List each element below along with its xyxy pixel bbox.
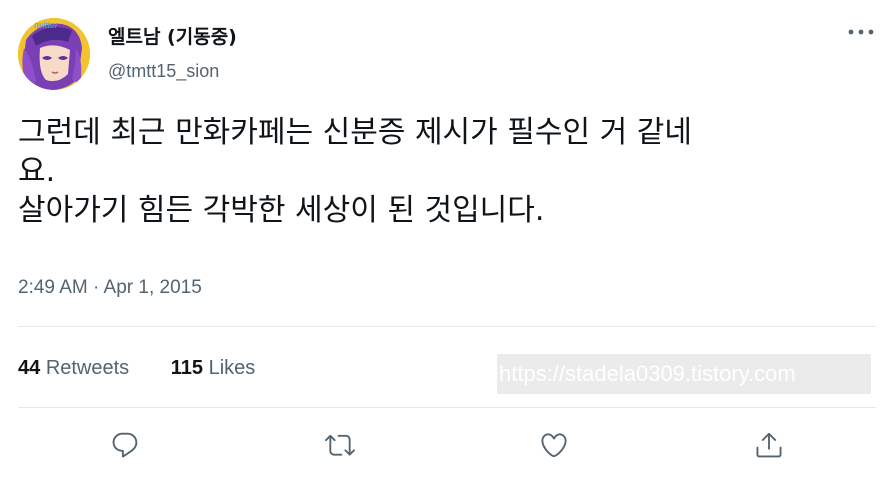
- likes-count: 115: [170, 357, 204, 379]
- reply-icon[interactable]: [100, 420, 150, 470]
- tweet-actions: [18, 420, 876, 470]
- retweets-label: Retweets: [45, 357, 130, 379]
- retweets-stat[interactable]: 44 Retweets: [18, 354, 129, 382]
- divider: [18, 326, 876, 327]
- more-icon[interactable]: [846, 22, 876, 42]
- watermark: https://stadela0309.tistory.com: [497, 354, 871, 394]
- heart-icon[interactable]: [529, 420, 579, 470]
- tweet-stats: 44 Retweets 115 Likes: [18, 354, 291, 382]
- retweets-count: 44: [18, 357, 41, 379]
- likes-stat[interactable]: 115 Likes: [171, 354, 256, 382]
- retweet-icon[interactable]: [315, 420, 365, 470]
- divider: [18, 407, 876, 408]
- tweet-line: 그런데 최근 만화카페는 신분증 제시가 필수인 거 같네: [18, 115, 692, 150]
- tweet-timestamp[interactable]: 2:49 AM · Apr 1, 2015: [18, 275, 202, 301]
- tweet-line: 살아가기 힘든 각박한 세상이 된 것입니다.: [18, 193, 545, 228]
- avatar[interactable]: twitter: [18, 18, 90, 90]
- display-name[interactable]: 엘트남 (기동중): [108, 24, 237, 50]
- tweet-text: 그런데 최근 만화카페는 신분증 제시가 필수인 거 같네 요. 살아가기 힘든…: [18, 113, 868, 230]
- share-icon[interactable]: [744, 420, 794, 470]
- likes-label: Likes: [208, 357, 256, 379]
- user-info[interactable]: 엘트남 (기동중) @tmtt15_sion: [108, 24, 237, 84]
- user-handle[interactable]: @tmtt15_sion: [108, 58, 237, 84]
- avatar-text: twitter: [34, 20, 59, 30]
- tweet-line: 요.: [18, 154, 56, 189]
- tweet-header: twitter 엘트남 (기동중) @tmtt15_sion: [18, 18, 876, 90]
